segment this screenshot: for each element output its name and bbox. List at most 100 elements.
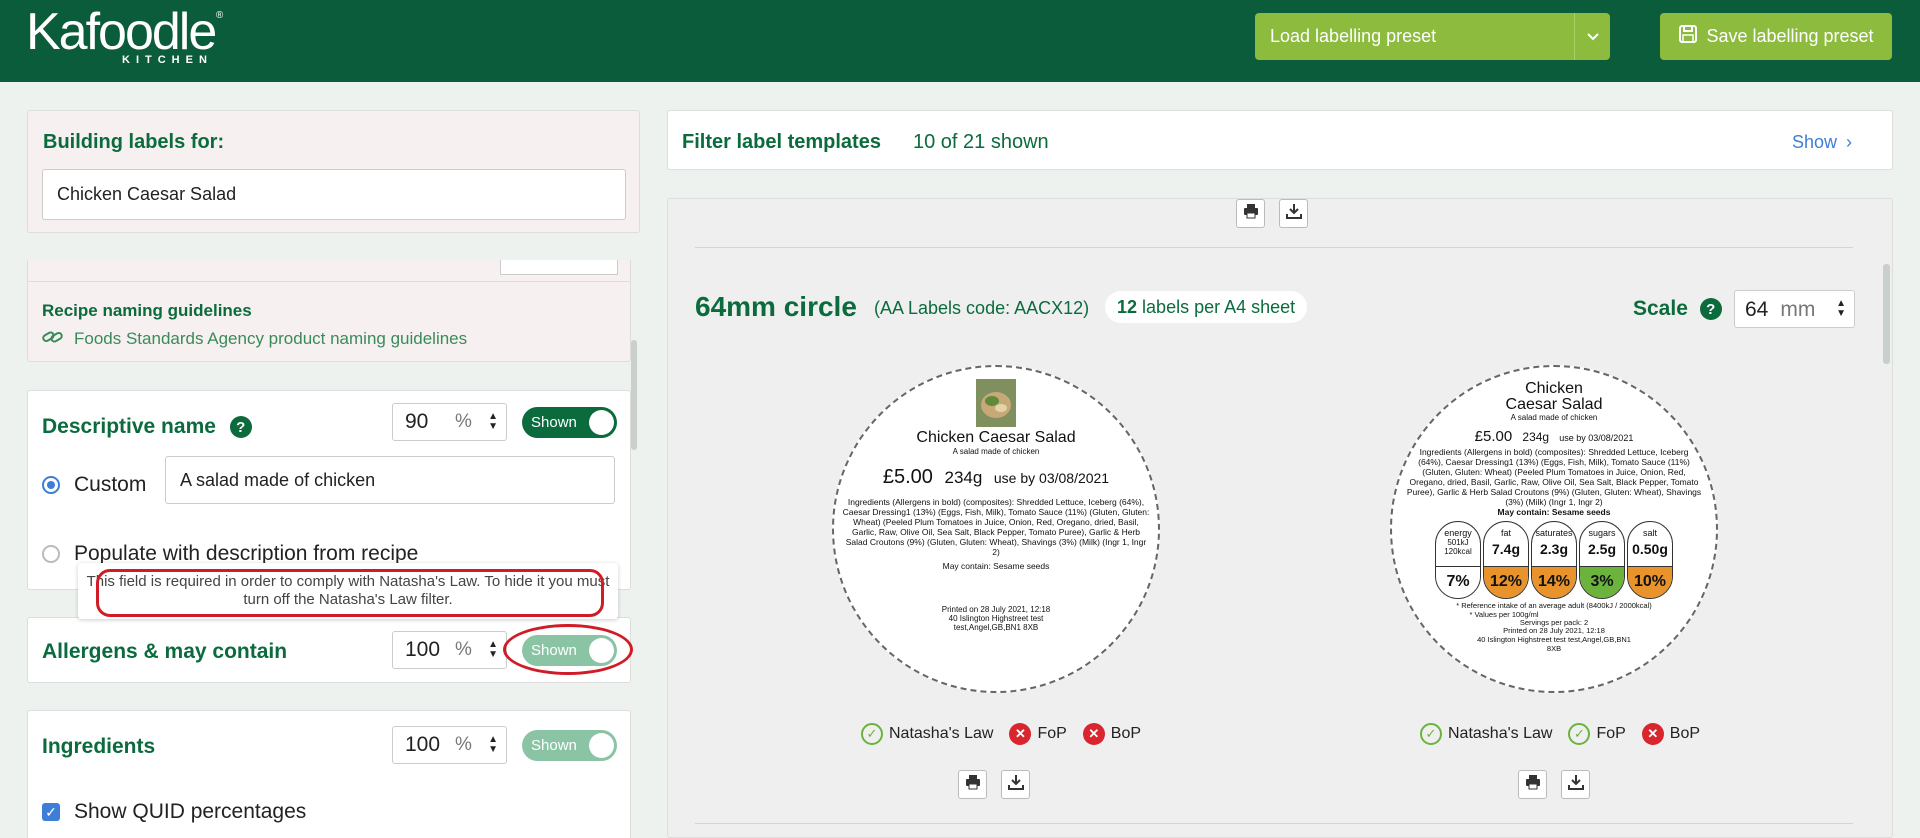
check-icon: ✓ xyxy=(1568,723,1591,745)
gda-percent: 7% xyxy=(1436,566,1480,598)
check-icon: ✓ xyxy=(1420,723,1442,745)
label-address: 40 Islington Highstreet test test,Angel,… xyxy=(948,614,1044,632)
download-button[interactable] xyxy=(1001,770,1030,799)
custom-radio[interactable] xyxy=(42,476,60,494)
left-scrollbar-thumb[interactable] xyxy=(631,340,637,450)
print-button[interactable] xyxy=(1236,199,1265,228)
top-bar: Kafoodle ® KITCHEN Load labelling preset… xyxy=(0,0,1920,82)
print-button[interactable] xyxy=(958,770,987,799)
annotation-highlight-toggle xyxy=(503,624,633,675)
download-icon xyxy=(1567,774,1584,795)
print-button[interactable] xyxy=(1518,770,1547,799)
download-button[interactable] xyxy=(1561,770,1590,799)
gda-sugars: sugars 2.5g 3% xyxy=(1579,521,1625,599)
ingredients-shown-toggle[interactable]: Shown xyxy=(522,730,617,761)
gda-percent: 10% xyxy=(1628,566,1672,598)
label-printed: Printed on 28 July 2021, 12:18 xyxy=(1503,626,1605,635)
chevron-down-icon[interactable] xyxy=(1574,13,1610,60)
gda-salt: salt 0.50g 10% xyxy=(1627,521,1673,599)
filter-show-label: Show xyxy=(1791,132,1837,152)
download-button[interactable] xyxy=(1279,199,1308,228)
scale-unit: mm xyxy=(1780,298,1816,321)
toggle-label: Shown xyxy=(531,737,577,754)
naming-guidelines-link[interactable]: Foods Standards Agency product naming gu… xyxy=(42,329,467,349)
descriptive-name-card: Descriptive name ? 90 % ▲ ▼ Shown Custom … xyxy=(27,390,631,590)
stepper-arrows-icon[interactable]: ▲ ▼ xyxy=(488,640,498,660)
filter-templates-bar: Filter label templates 10 of 21 shown Sh… xyxy=(667,110,1893,170)
quid-checkbox[interactable]: ✓ xyxy=(42,803,60,821)
label-useby: use by 03/08/2021 xyxy=(1559,433,1634,443)
stepper-arrows-icon[interactable]: ▲ ▼ xyxy=(1836,299,1846,319)
scale-stepper[interactable]: 64 mm ▲ ▼ xyxy=(1734,290,1855,328)
divider xyxy=(695,823,1853,824)
divider xyxy=(28,281,631,282)
toggle-knob xyxy=(589,733,614,758)
print-icon xyxy=(1525,774,1541,795)
template-title: 64mm circle xyxy=(695,291,857,322)
filter-natashas-law: Natasha's Law xyxy=(1448,725,1553,742)
recipe-name-input[interactable]: Chicken Caesar Salad xyxy=(42,169,626,220)
label-recipe-name: Chicken Caesar Salad xyxy=(1392,381,1716,413)
per-sheet-number: 12 xyxy=(1117,296,1138,317)
load-preset-select[interactable]: Load labelling preset xyxy=(1255,13,1610,60)
template-code: (AA Labels code: AACX12) xyxy=(874,298,1090,318)
allergens-size-stepper[interactable]: 100 % ▲ ▼ xyxy=(392,631,507,669)
label-useby: use by 03/08/2021 xyxy=(993,470,1110,486)
descriptive-size-value: 90 xyxy=(405,410,429,433)
cross-icon: ✕ xyxy=(1009,723,1032,745)
ingredients-size-stepper[interactable]: 100 % ▲ ▼ xyxy=(392,726,507,764)
quid-label: Show QUID percentages xyxy=(74,800,307,823)
templates-scrollbar-thumb[interactable] xyxy=(1883,264,1890,364)
label-recipe-name: Chicken Caesar Salad xyxy=(916,429,1076,446)
gda-saturates: saturates 2.3g 14% xyxy=(1531,521,1577,599)
gda-amount: 2.3g xyxy=(1539,541,1568,557)
percent-unit: % xyxy=(455,734,472,755)
label-address: 40 Islington Highstreet test test,Angel,… xyxy=(1477,635,1631,653)
label-preview-1[interactable]: Chicken Caesar Salad A salad made of chi… xyxy=(832,365,1160,693)
print-icon xyxy=(1243,203,1259,224)
label-description: A salad made of chicken xyxy=(952,447,1040,456)
gda-amount: 2.5g xyxy=(1587,541,1616,557)
custom-label: Custom xyxy=(74,473,147,496)
scale-value: 64 xyxy=(1745,298,1769,321)
toggle-label: Shown xyxy=(531,414,577,431)
building-labels-panel: Building labels for: Chicken Caesar Sala… xyxy=(27,110,640,233)
gda-energy: energy 501kJ 120kcal 7% xyxy=(1435,521,1481,599)
label-may-contain: May contain: Sesame seeds xyxy=(1497,507,1611,517)
label-preview-2[interactable]: Chicken Caesar Salad A salad made of chi… xyxy=(1390,365,1718,693)
gda-fat: fat 7.4g 12% xyxy=(1483,521,1529,599)
populate-radio[interactable] xyxy=(42,545,60,563)
descriptive-shown-toggle[interactable]: Shown xyxy=(522,407,617,438)
stepper-arrows-icon[interactable]: ▲ ▼ xyxy=(488,412,498,432)
hidden-field-partial xyxy=(500,260,618,275)
kafoodle-logo[interactable]: Kafoodle ® KITCHEN xyxy=(26,3,223,66)
registered-mark: ® xyxy=(215,10,224,21)
label-weight: 234g xyxy=(944,468,983,487)
download-icon xyxy=(1285,203,1302,224)
descriptive-size-stepper[interactable]: 90 % ▲ ▼ xyxy=(392,403,507,441)
save-preset-button[interactable]: Save labelling preset xyxy=(1660,13,1892,60)
filter-title: Filter label templates xyxy=(682,131,881,153)
custom-description-input[interactable]: A salad made of chicken xyxy=(165,456,615,504)
help-icon[interactable]: ? xyxy=(229,416,252,439)
help-icon[interactable]: ? xyxy=(1699,298,1722,321)
descriptive-name-title: Descriptive name ? xyxy=(42,415,252,439)
recipe-photo xyxy=(976,379,1016,427)
percent-unit: % xyxy=(455,639,472,660)
save-icon xyxy=(1678,24,1698,49)
filter-show-link[interactable]: Show › xyxy=(1792,132,1852,153)
naming-guidelines-card: Recipe naming guidelines Foods Standards… xyxy=(27,260,631,362)
gda-amount: 7.4g xyxy=(1491,541,1520,557)
print-icon xyxy=(965,774,981,795)
gda-panel: energy 501kJ 120kcal 7% fat 7.4g 12% saturates… xyxy=(1392,521,1716,599)
download-icon xyxy=(1007,774,1024,795)
label-price-row: £5.00 234g use by 03/08/2021 xyxy=(1392,428,1716,445)
label-settings-scroll[interactable]: Recipe naming guidelines Foods Standards… xyxy=(27,260,631,838)
label-templates-area[interactable]: 64mm circle (AA Labels code: AACX12) 12 … xyxy=(667,198,1893,838)
stepper-arrows-icon[interactable]: ▲ ▼ xyxy=(488,735,498,755)
gda-percent: 3% xyxy=(1580,566,1624,598)
label-weight: 234g xyxy=(1522,430,1550,444)
gda-amount: 501kJ 120kcal xyxy=(1444,538,1472,556)
label-recipe-name-text: Chicken Caesar Salad xyxy=(1505,380,1603,413)
logo-text: Kafoodle xyxy=(26,3,217,61)
